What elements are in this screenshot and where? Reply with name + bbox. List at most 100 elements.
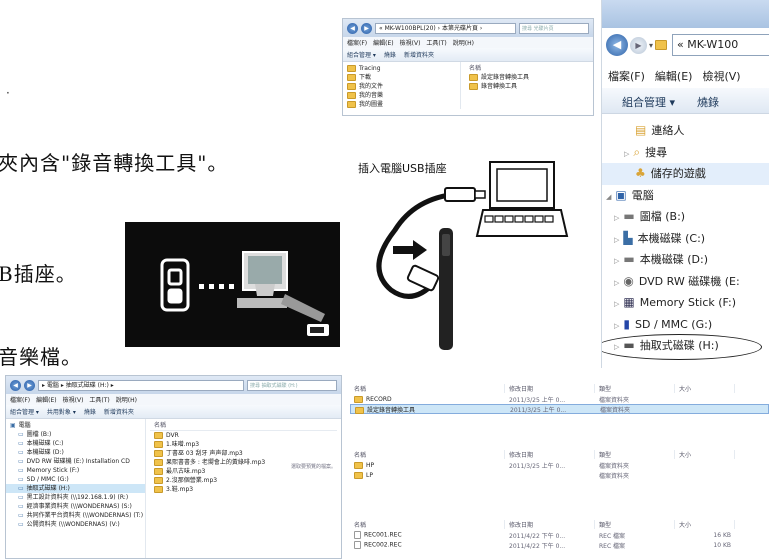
expand-arrow-icon[interactable]: ▷ [614, 300, 619, 308]
tree-item[interactable]: ▤ 連絡人 [602, 120, 769, 142]
address-bar[interactable]: « MK-W100 [672, 34, 769, 56]
tree-item[interactable]: ▭ DVD RW 磁碟機 (E:) Installation CD [6, 457, 145, 466]
address-bar[interactable]: « MK-W100BPL(20) › 本第光碟片頁 › [375, 22, 516, 34]
tree-item[interactable]: ▭ 抽取式磁碟 (H:) [6, 484, 145, 493]
menu-item-0[interactable]: 檔案(F) [347, 38, 367, 47]
toolbar-button-3[interactable]: 新增資料夾 [104, 407, 134, 416]
tree-item[interactable]: 我的圖畫 [343, 100, 460, 109]
column-header[interactable]: 名稱 [350, 450, 505, 459]
tree-item[interactable]: ▭ 經濟事業資料夾 (\\WONDERNAS) (S:) [6, 502, 145, 511]
column-header[interactable]: 修改日期 [505, 450, 595, 459]
tree-item[interactable]: ▭ 本機磁碟 (D:) [6, 448, 145, 457]
list-item[interactable]: 丁書巫 03 刮牙 声声部.mp3 [150, 449, 337, 458]
forward-icon[interactable]: ▶ [24, 379, 35, 391]
tree-item[interactable]: ▭ 公開資料夾 (\\WONDERNAS) (V:) [6, 520, 145, 529]
expand-arrow-icon[interactable]: ▷ [624, 150, 629, 158]
tree-item[interactable]: ▷ ▬ 圖檔 (B:) [602, 206, 769, 228]
address-bar[interactable]: ▸ 電腦 ▸ 抽取式磁碟 (H:) ▸ [38, 379, 244, 391]
list-row[interactable]: HP 2011/3/25 上午 0... 檔案資料夾 [350, 460, 769, 470]
list-item[interactable]: 錄音轉換工具 [465, 82, 589, 91]
folder-icon [347, 83, 356, 90]
toolbar-button-0[interactable]: 組合管理 ▾ [347, 50, 376, 59]
menu-item-1[interactable]: 編輯(E) [373, 38, 393, 47]
list-item[interactable]: DVR [150, 431, 337, 440]
back-icon[interactable]: ◀ [606, 34, 628, 56]
menu-item-1[interactable]: 編輯(E) [36, 395, 56, 404]
menu-item-3[interactable]: 工具(T) [426, 38, 446, 47]
toolbar-button-0[interactable]: 組合管理 ▾ [10, 407, 39, 416]
menu-item-4[interactable]: 說明(H) [116, 395, 137, 404]
back-icon[interactable]: ◀ [10, 379, 21, 391]
list-item[interactable]: 1.味噌.mp3 [150, 440, 337, 449]
tree-item[interactable]: ▭ 共同作業平台資料夾 (\\WONDERNAS) (T:) [6, 511, 145, 520]
tree-item[interactable]: ▣ 電腦 [6, 421, 145, 430]
toolbar-button-2[interactable]: 燒錄 [84, 407, 96, 416]
tree-item[interactable]: ▭ SD / MMC (G:) [6, 475, 145, 484]
column-header[interactable]: 大小 [675, 520, 735, 529]
toolbar-button-1[interactable]: 共用對象 ▾ [47, 407, 76, 416]
toolbar-button-0[interactable]: 組合管理 ▾ [622, 94, 675, 110]
column-header[interactable]: 大小 [675, 450, 735, 459]
column-header-name[interactable]: 名稱 [150, 421, 337, 431]
toolbar-button-1[interactable]: 燒錄 [384, 50, 396, 59]
list-item[interactable]: 2.沒那個營業.mp3 [150, 476, 337, 485]
column-header[interactable]: 類型 [595, 384, 675, 393]
menu-item-0[interactable]: 檔案(F) [608, 68, 645, 84]
list-row[interactable]: REC001.REC 2011/4/22 下午 0... REC 檔案 16 KB [350, 530, 769, 540]
column-header[interactable]: 名稱 [350, 384, 505, 393]
list-row[interactable]: 設定錄音轉換工具 2011/3/25 上午 0... 檔案資料夾 [350, 404, 769, 414]
tree-item[interactable]: 我的音樂 [343, 91, 460, 100]
column-header[interactable]: 類型 [595, 450, 675, 459]
tree-item[interactable]: ▷ ◉ DVD RW 磁碟機 (E: [602, 271, 769, 293]
list-cell-name: REC001.REC [350, 531, 505, 539]
list-row[interactable]: RECORD 2011/3/25 上午 0... 檔案資料夾 [350, 394, 769, 404]
column-header[interactable]: 修改日期 [505, 384, 595, 393]
forward-icon[interactable]: ▶ [630, 36, 647, 54]
tree-item[interactable]: ▭ 圖檔 (B:) [6, 430, 145, 439]
tree-item[interactable]: ▭ 本機磁碟 (C:) [6, 439, 145, 448]
column-header[interactable]: 修改日期 [505, 520, 595, 529]
menu-item-1[interactable]: 編輯(E) [655, 68, 693, 84]
tree-item[interactable]: ▷ ▙ 本機磁碟 (C:) [602, 228, 769, 250]
column-header[interactable]: 名稱 [350, 520, 505, 529]
menu-item-2[interactable]: 檢視(V) [63, 395, 84, 404]
tree-item[interactable]: ▭ 黑工設計資料夾 (\\192.168.1.9) (R:) [6, 493, 145, 502]
menu-item-4[interactable]: 說明(H) [453, 38, 474, 47]
column-header[interactable]: 大小 [675, 384, 735, 393]
back-icon[interactable]: ◀ [347, 22, 358, 34]
folder-icon [347, 92, 356, 99]
toolbar-button-1[interactable]: 燒錄 [697, 94, 719, 110]
toolbar-button-2[interactable]: 新增資料夾 [404, 50, 434, 59]
menu-item-0[interactable]: 檔案(F) [10, 395, 30, 404]
menu-item-2[interactable]: 檢視(V) [400, 38, 421, 47]
expand-arrow-icon[interactable]: ▷ [614, 257, 619, 265]
expand-arrow-icon[interactable]: ▷ [614, 279, 619, 287]
list-item[interactable]: 設定錄音轉換工具 [465, 73, 589, 82]
expand-arrow-icon[interactable]: ▷ [614, 322, 619, 330]
list-item-label: DVR [166, 432, 179, 439]
tree-item[interactable]: 下載 [343, 73, 460, 82]
tree-item[interactable]: ▷ ▬ 本機磁碟 (D:) [602, 249, 769, 271]
menu-item-3[interactable]: 工具(T) [89, 395, 109, 404]
forward-icon[interactable]: ▶ [361, 22, 372, 34]
tree-item[interactable]: ♣ 儲存的遊戲 [602, 163, 769, 185]
expand-arrow-icon[interactable]: ◢ [606, 193, 611, 201]
menu-item-2[interactable]: 檢視(V) [702, 68, 740, 84]
tree-item[interactable]: 我的文件 [343, 82, 460, 91]
column-header-name[interactable]: 名稱 [465, 64, 589, 73]
expand-arrow-icon[interactable]: ▷ [614, 236, 619, 244]
expand-arrow-icon[interactable]: ▷ [614, 214, 619, 222]
tree-item[interactable]: ▷ ▦ Memory Stick (F:) [602, 292, 769, 314]
history-dropdown-icon[interactable]: ▾ [649, 41, 653, 50]
list-item[interactable]: 3.鞋.mp3 [150, 485, 337, 494]
search-input[interactable]: 搜尋 抽取式磁碟 (H:) [247, 379, 337, 391]
list-row[interactable]: LP 檔案資料夾 [350, 470, 769, 480]
tree-item[interactable]: ▷ ⌕ 搜尋 [602, 142, 769, 164]
tree-item[interactable]: ◢ ▣ 電腦 [602, 185, 769, 207]
tree-item[interactable]: ▷ ▮ SD / MMC (G:) [602, 314, 769, 336]
tree-item[interactable]: ▭ Memory Stick (F:) [6, 466, 145, 475]
list-row[interactable]: REC002.REC 2011/4/22 下午 0... REC 檔案 10 KB [350, 540, 769, 550]
column-header[interactable]: 類型 [595, 520, 675, 529]
tree-item[interactable]: Tracing [343, 64, 460, 73]
search-input[interactable]: 搜尋 光碟片頁 [519, 22, 589, 34]
